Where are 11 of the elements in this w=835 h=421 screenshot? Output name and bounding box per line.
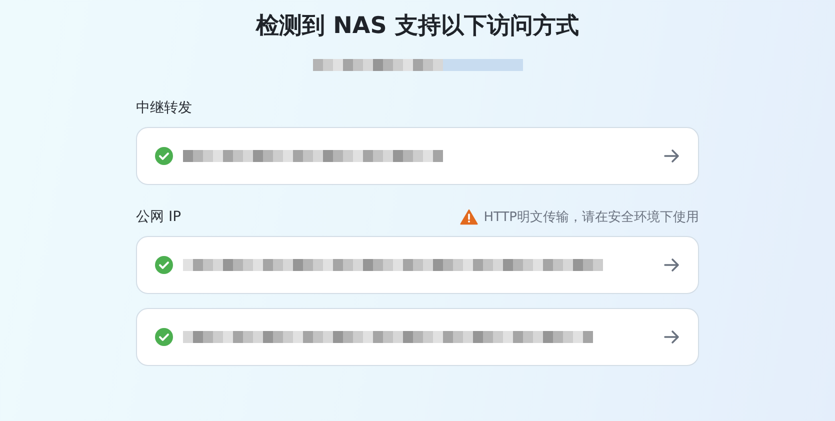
page-title: 检测到 NAS 支持以下访问方式 <box>256 12 579 41</box>
warning-icon <box>460 209 478 225</box>
section-label: 中继转发 <box>136 99 192 117</box>
section-label: 公网 IP <box>136 208 182 226</box>
warning-text: HTTP明文传输，请在安全环境下使用 <box>484 209 699 226</box>
access-option[interactable] <box>136 127 699 185</box>
access-option[interactable] <box>136 308 699 366</box>
arrow-right-icon <box>664 258 680 272</box>
arrow-right-icon <box>664 330 680 344</box>
arrow-right-icon <box>664 149 680 163</box>
access-option[interactable] <box>136 236 699 294</box>
